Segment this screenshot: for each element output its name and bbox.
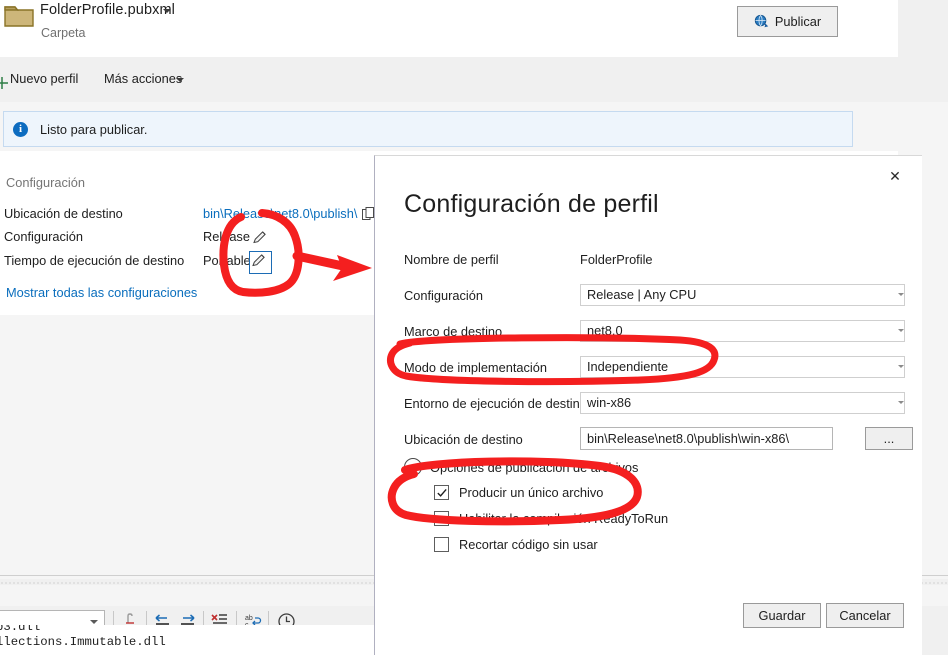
target-location-input[interactable]: bin\Release\net8.0\publish\win-x86\ (580, 427, 833, 450)
browse-button[interactable]: ... (865, 427, 913, 450)
checkbox-trim-unused[interactable] (434, 537, 449, 552)
close-icon[interactable]: ✕ (882, 164, 908, 190)
field-label: Configuración (404, 288, 483, 303)
profile-settings-dialog: ✕ Configuración de perfil Nombre de perf… (374, 155, 922, 655)
dialog-title: Configuración de perfil (404, 190, 659, 218)
field-label: Marco de destino (404, 324, 503, 339)
checkbox-row-single-file[interactable]: Producir un único archivo (434, 485, 603, 500)
profile-subtitle: Carpeta (41, 26, 86, 40)
infobar-message: Listo para publicar. (40, 121, 148, 137)
target-runtime-dropdown[interactable]: win-x86 (580, 392, 905, 414)
svg-text:ab: ab (245, 615, 253, 622)
pencil-edit-icon[interactable] (251, 229, 268, 246)
app-root: FolderProfile.pubxml Carpeta Publicar Nu… (0, 0, 948, 655)
field-label: Entorno de ejecución de destino (404, 396, 587, 411)
setting-value-configuration: Release (203, 229, 250, 244)
checkbox-readytorun[interactable] (434, 511, 449, 526)
expander-label: Opciones de publicación de archivos (430, 459, 639, 475)
publish-button-label: Publicar (774, 14, 822, 29)
pencil-edit-icon-focused[interactable] (249, 251, 272, 274)
more-actions-chevron-down-icon[interactable] (176, 78, 184, 82)
chevron-down-icon[interactable] (898, 365, 904, 368)
deployment-mode-dropdown[interactable]: Independiente (580, 356, 905, 378)
setting-label-configuration: Configuración (4, 229, 83, 244)
chevron-up-icon[interactable] (404, 458, 422, 476)
new-profile-button[interactable]: Nuevo perfil (10, 71, 78, 86)
checkbox-row-readytorun[interactable]: Habilitar la compilación ReadyToRun (434, 511, 668, 526)
profile-dropdown-caret-icon[interactable] (163, 9, 171, 13)
globe-publish-icon (754, 14, 769, 28)
info-icon: i (13, 121, 28, 137)
setting-value-target-location[interactable]: bin\Release\net8.0\publish\ (203, 206, 357, 221)
publish-button[interactable]: Publicar (737, 6, 838, 37)
pane-right-filler (898, 0, 948, 57)
status-infobar: i Listo para publicar. (3, 111, 853, 147)
checkbox-label: Recortar código sin usar (459, 537, 598, 552)
checkbox-label: Producir un único archivo (459, 485, 604, 500)
chevron-down-icon[interactable] (898, 329, 904, 332)
show-all-settings-link[interactable]: Mostrar todas las configuraciones (6, 285, 197, 300)
field-label: Ubicación de destino (404, 432, 523, 447)
publish-header-pane: FolderProfile.pubxml Carpeta Publicar (0, 0, 898, 57)
more-actions-button[interactable]: Más acciones (104, 71, 182, 86)
output-line: llections.Immutable.dll (0, 635, 166, 649)
chevron-down-icon (90, 620, 98, 624)
settings-header: Configuración (6, 175, 85, 190)
profile-name: FolderProfile.pubxml (40, 2, 175, 18)
save-button[interactable]: Guardar (743, 603, 821, 628)
target-framework-dropdown[interactable]: net8.0 (580, 320, 905, 342)
output-line: p3.dll (0, 625, 41, 634)
setting-label-target-runtime: Tiempo de ejecución de destino (4, 253, 185, 268)
cancel-button[interactable]: Cancelar (826, 603, 904, 628)
field-label: Nombre de perfil (404, 252, 499, 267)
field-label: Modo de implementación (404, 360, 547, 375)
configuration-dropdown[interactable]: Release | Any CPU (580, 284, 905, 306)
setting-value-target-runtime: Portable (203, 253, 251, 268)
plus-icon (0, 77, 8, 89)
setting-label-target-location: Ubicación de destino (4, 206, 123, 221)
file-publish-options-expander[interactable]: Opciones de publicación de archivos (404, 458, 638, 476)
folder-icon (4, 6, 34, 27)
checkbox-single-file[interactable] (434, 485, 449, 500)
field-value-profile-name: FolderProfile (580, 252, 653, 267)
chevron-down-icon[interactable] (898, 293, 904, 296)
checkbox-label: Habilitar la compilación ReadyToRun (459, 511, 669, 526)
profile-toolbar: Nuevo perfil Más acciones (0, 57, 948, 102)
checkbox-row-trim-unused[interactable]: Recortar código sin usar (434, 537, 598, 552)
chevron-down-icon[interactable] (898, 401, 904, 404)
